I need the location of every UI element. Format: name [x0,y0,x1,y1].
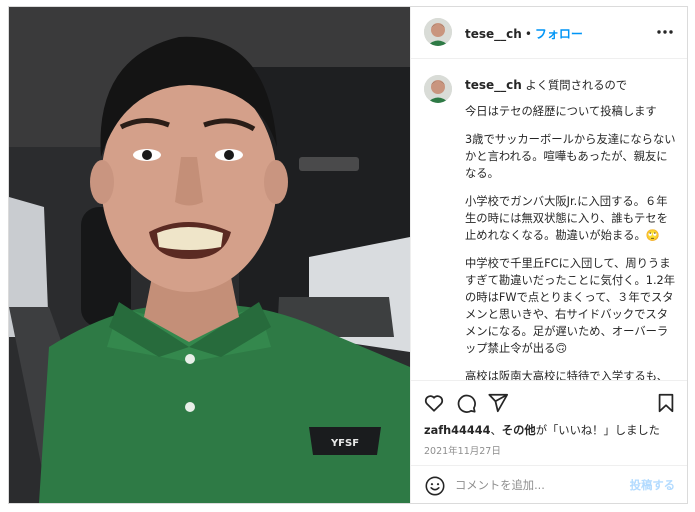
comment-icon[interactable] [455,392,477,414]
caption-paragraph: 3歳でサッカーボールから友達にならないかと言われる。喧嘩もあったが、親友になる。 [465,133,676,180]
smiley-icon[interactable] [424,475,446,497]
comment-bar: 投稿する [411,465,687,504]
username-link[interactable]: tese__ch [465,27,522,41]
likes-summary: zafh44444、その他が「いいね！」しました [424,422,660,438]
caption-intro: よく質問されるので [525,79,628,92]
post-comment-button[interactable]: 投稿する [630,477,675,493]
caption-paragraph: 今日はテセの経歴について投稿します [465,105,657,118]
comment-input[interactable] [455,475,620,495]
caption-text: tese__ch よく質問されるので 今日はテセの経歴について投稿します 3歳で… [465,77,678,380]
caption-paragraph: 中学校で千里丘FCに入団して、周りうますぎて勘違いだったことに気付く。1.2年の… [465,257,676,355]
caption-avatar[interactable] [424,75,452,103]
post-photo[interactable]: YFSF [9,7,410,503]
likes-suffix: が「いいね！」しました [535,424,660,437]
instagram-post: YFSF tese__ch • フォロー tese__ch よく質問されるので … [8,6,688,504]
separator-dot: • [524,27,532,41]
caption-paragraph: 小学校でガンバ大阪Jr.に入団する。６年生の時には無双状態に入り、誰もテセを止め… [465,195,668,242]
bookmark-icon[interactable] [655,392,677,414]
caption-line: tese__ch よく質問されるので [465,77,678,94]
caption-username[interactable]: tese__ch [465,78,522,92]
follow-button[interactable]: フォロー [535,27,583,41]
avatar[interactable] [424,18,452,46]
heart-icon[interactable] [423,392,445,414]
send-icon[interactable] [487,392,509,414]
post-header: tese__ch • フォロー [411,7,687,59]
caption-paragraph: 高校は阪南大高校に特待で入学するも、 [465,370,669,380]
likes-others-link[interactable]: その他 [502,424,536,437]
caption-section: tese__ch よく質問されるので 今日はテセの経歴について投稿します 3歳で… [411,59,687,380]
liker-username[interactable]: zafh44444 [424,424,490,437]
header-user-line: tese__ch • フォロー [465,25,583,42]
shirt-logo-text: YFSF [330,438,359,449]
post-actions: zafh44444、その他が「いいね！」しました 2021年11月27日 投稿す… [411,380,687,503]
post-date[interactable]: 2021年11月27日 [424,443,501,457]
likes-separator: 、 [490,424,502,437]
post-side-panel: tese__ch • フォロー tese__ch よく質問されるので 今日はテセ… [410,7,687,503]
more-options-icon[interactable] [655,24,675,40]
